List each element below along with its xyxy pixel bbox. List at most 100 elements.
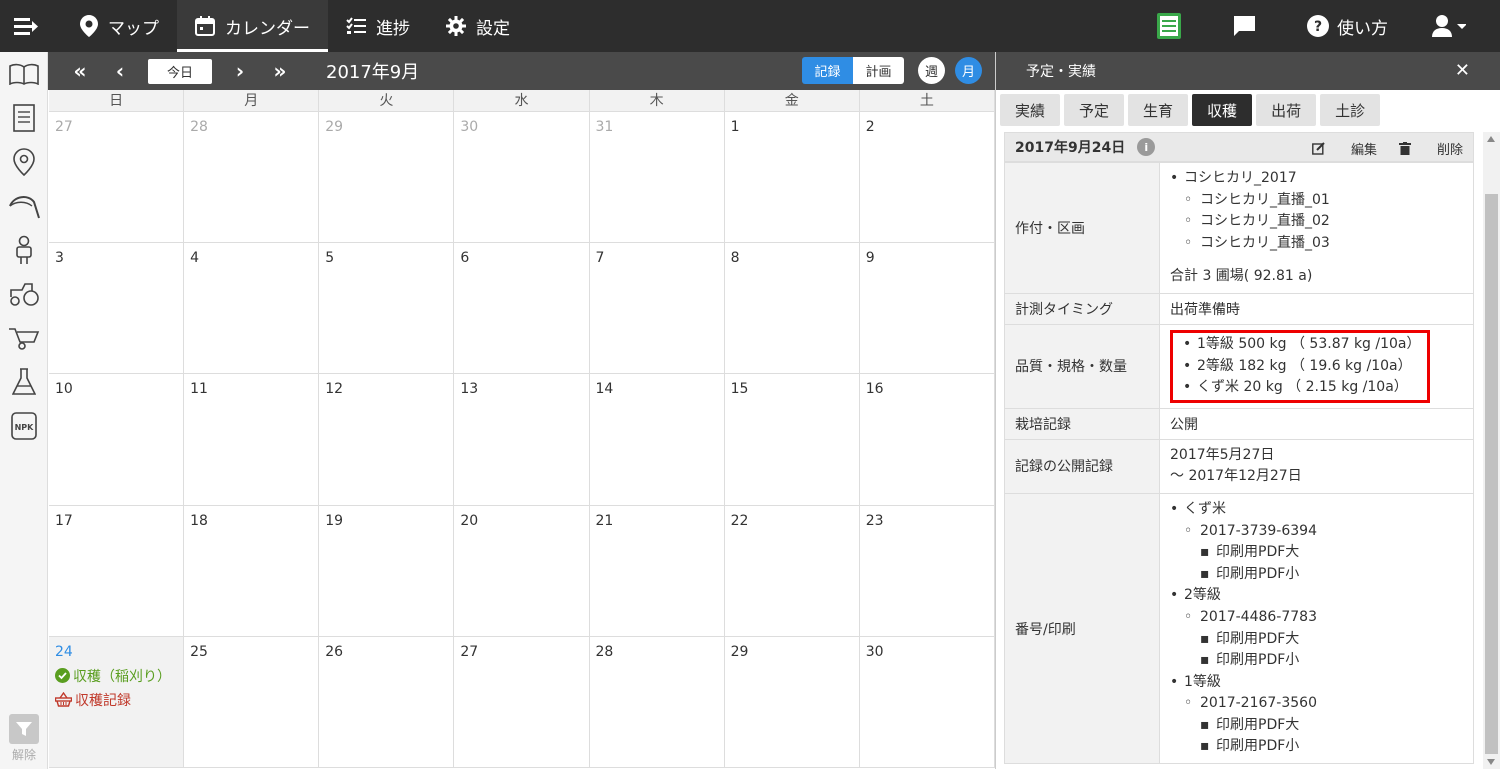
calendar-day-cell[interactable]: 16 (860, 374, 995, 505)
record-toggle-button[interactable]: 記録 (802, 57, 853, 84)
info-icon[interactable]: i (1137, 138, 1156, 156)
print-pdf-large-link[interactable]: ▪ 印刷用PDF大 (1170, 629, 1463, 651)
nav-progress[interactable]: 進捗 (328, 0, 428, 52)
sidebar-item-worker[interactable] (0, 228, 48, 272)
calendar-day-cell[interactable]: 18 (184, 505, 320, 636)
next-month-button[interactable]: › (220, 52, 260, 90)
calendar-day-cell[interactable]: 13 (454, 374, 590, 505)
document-icon (13, 104, 35, 132)
calendar-day-cell[interactable]: 30 (454, 112, 590, 243)
edit-button[interactable]: 編集 (1312, 139, 1377, 158)
print-pdf-large-link[interactable]: ▪ 印刷用PDF大 (1170, 715, 1463, 737)
calendar-day-cell[interactable]: 27 (49, 112, 185, 243)
calendar-day-cell[interactable]: 4 (184, 243, 320, 374)
calendar-day-cell[interactable]: 11 (184, 374, 320, 505)
calendar-day-cell[interactable]: 24 収穫（稲刈り） 収穫記録 (49, 636, 185, 767)
user-menu-button[interactable] (1410, 0, 1500, 52)
user-icon (1432, 15, 1466, 37)
calendar-day-cell[interactable]: 10 (49, 374, 185, 505)
calendar-day-cell[interactable]: 28 (184, 112, 320, 243)
calendar-day-cell[interactable]: 22 (725, 505, 860, 636)
messages-button[interactable] (1211, 0, 1285, 52)
tab-2[interactable]: 生育 (1128, 94, 1189, 126)
print-pdf-large-link[interactable]: ▪ 印刷用PDF大 (1170, 542, 1463, 564)
calendar-day-cell[interactable]: 19 (319, 505, 455, 636)
calendar-day-cell[interactable]: 2 (860, 112, 995, 243)
plot-name: コシヒカリ_直播_02 (1200, 213, 1330, 230)
print-pdf-small-link[interactable]: ▪ 印刷用PDF小 (1170, 650, 1463, 672)
week-view-button[interactable]: 週 (918, 57, 945, 84)
calendar-day-cell[interactable]: 12 (319, 374, 455, 505)
calendar-day-cell[interactable]: 1 (725, 112, 860, 243)
help-button[interactable]: ? 使い方 (1285, 0, 1410, 52)
sidebar-item-fertilizer[interactable]: NPK (0, 404, 48, 448)
plot-item[interactable]: ◦ コシヒカリ_直播_02 (1170, 211, 1463, 233)
calendar-day-cell[interactable]: 8 (725, 243, 860, 374)
calendar-day-cell[interactable]: 9 (860, 243, 995, 374)
menu-toggle-icon[interactable] (0, 0, 52, 52)
panel-title: 予定・実績 (1026, 64, 1096, 80)
tab-4[interactable]: 出荷 (1256, 94, 1317, 126)
prev-year-button[interactable]: « (60, 52, 100, 90)
calendar-day-cell[interactable]: 29 (725, 636, 860, 767)
filter-clear-button[interactable]: 解除 (0, 714, 48, 763)
plan-toggle-button[interactable]: 計画 (853, 57, 904, 84)
sidebar-item-flask[interactable] (0, 360, 48, 404)
calendar-day-cell[interactable]: 5 (319, 243, 455, 374)
calendar-day-cell[interactable]: 17 (49, 505, 185, 636)
delete-button[interactable]: 削除 (1398, 139, 1463, 158)
plot-item[interactable]: ◦ コシヒカリ_直播_01 (1170, 190, 1463, 212)
calendar-day-cell[interactable]: 3 (49, 243, 185, 374)
map-pin-icon (80, 15, 98, 37)
event-harvest-done[interactable]: 収穫（稲刈り） (55, 666, 177, 686)
grade-item: • 2等級 (1170, 587, 1221, 604)
chat-bubble-icon (1233, 16, 1255, 36)
sidebar-item-document[interactable] (0, 96, 48, 140)
record-book-button[interactable] (1135, 0, 1211, 52)
calendar-day-cell[interactable]: 28 (590, 636, 725, 767)
next-year-button[interactable]: » (260, 52, 300, 90)
calendar-day-cell[interactable]: 7 (590, 243, 725, 374)
nav-map[interactable]: マップ (62, 0, 177, 52)
scroll-up-arrow-icon[interactable] (1487, 136, 1495, 142)
print-pdf-small-link[interactable]: ▪ 印刷用PDF小 (1170, 564, 1463, 586)
sidebar-item-location[interactable] (0, 140, 48, 184)
prev-month-button[interactable]: ‹ (100, 52, 140, 90)
tab-1[interactable]: 予定 (1064, 94, 1125, 126)
calendar-day-cell[interactable]: 14 (590, 374, 725, 505)
calendar-day-cell[interactable]: 20 (454, 505, 590, 636)
calendar-day-cell[interactable]: 29 (319, 112, 455, 243)
detail-table: 作付・区画 • コシヒカリ_2017 ◦ コシヒカリ_直播_01 ◦ コシヒカリ_直播_… (1004, 162, 1474, 765)
calendar-day-cell[interactable]: 30 (860, 636, 995, 767)
event-harvest-record[interactable]: 収穫記録 (55, 690, 177, 710)
scroll-down-arrow-icon[interactable] (1487, 759, 1495, 765)
calendar-day-cell[interactable]: 31 (590, 112, 725, 243)
sidebar-item-harvest[interactable] (0, 184, 48, 228)
tab-3[interactable]: 収穫 (1192, 94, 1253, 126)
tab-0[interactable]: 実績 (1000, 94, 1061, 126)
month-view-button[interactable]: 月 (955, 57, 982, 84)
sidebar-item-book[interactable] (0, 52, 48, 96)
calendar-day-cell[interactable]: 15 (725, 374, 860, 505)
today-button[interactable]: 今日 (148, 58, 212, 84)
grade-code: ◦ 2017-4486-7783 (1184, 608, 1317, 625)
tab-5[interactable]: 土診 (1320, 94, 1381, 126)
calendar-day-cell[interactable]: 27 (454, 636, 590, 767)
timing-value: 出荷準備時 (1159, 292, 1474, 325)
quality-text: くず米 20 kg （ 2.15 kg /10a） (1197, 379, 1408, 396)
nav-settings[interactable]: 設定 (428, 0, 528, 52)
record-plan-toggle: 記録 計画 (802, 57, 904, 84)
sidebar-item-tractor[interactable] (0, 272, 48, 316)
close-icon[interactable]: ✕ (1455, 60, 1470, 81)
calendar-day-cell[interactable]: 6 (454, 243, 590, 374)
sidebar-item-wheelbarrow[interactable] (0, 316, 48, 360)
scrollbar-thumb[interactable] (1485, 194, 1498, 754)
panel-scrollbar[interactable] (1483, 132, 1500, 769)
calendar-day-cell[interactable]: 21 (590, 505, 725, 636)
calendar-day-cell[interactable]: 25 (184, 636, 320, 767)
nav-calendar[interactable]: カレンダー (177, 0, 328, 52)
plot-item[interactable]: ◦ コシヒカリ_直播_03 (1170, 233, 1463, 255)
print-pdf-small-link[interactable]: ▪ 印刷用PDF小 (1170, 736, 1463, 758)
calendar-day-cell[interactable]: 26 (319, 636, 455, 767)
calendar-day-cell[interactable]: 23 (860, 505, 995, 636)
